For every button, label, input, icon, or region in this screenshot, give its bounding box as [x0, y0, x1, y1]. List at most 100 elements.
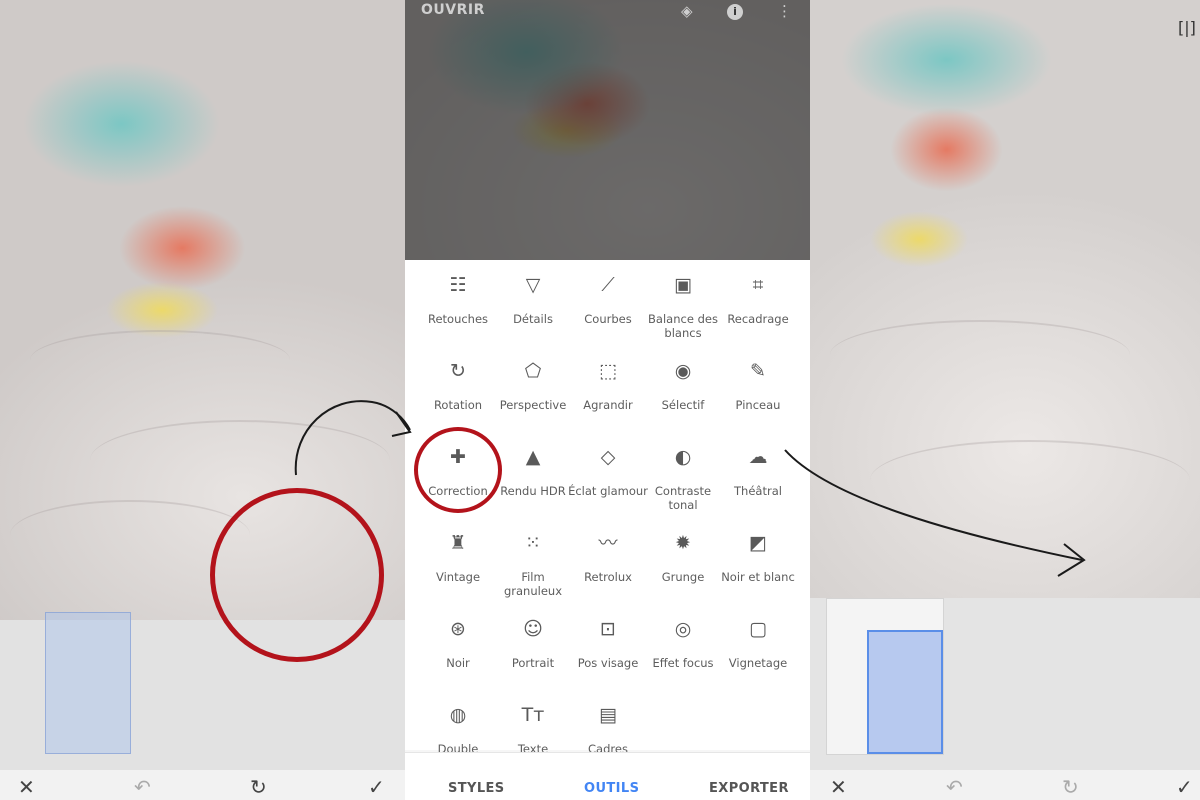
tool-label: Retouches: [427, 312, 489, 326]
tool-éclat-glamour[interactable]: ◇ Éclat glamour: [568, 444, 648, 498]
tool-perspective[interactable]: ⬠ Perspective: [493, 358, 573, 412]
tool-vintage[interactable]: ♜ Vintage: [418, 530, 498, 584]
selection-rectangle[interactable]: [45, 612, 131, 754]
double-exposure-icon: ◍: [449, 704, 467, 726]
tool-rendu-hdr[interactable]: ▲ Rendu HDR: [493, 444, 573, 498]
undo-icon[interactable]: ↶: [946, 776, 963, 798]
tab-styles[interactable]: STYLES: [448, 781, 505, 796]
black-white-icon: ◩: [749, 532, 767, 554]
tool-label: Éclat glamour: [568, 484, 648, 498]
tool-label: Noir et blanc: [721, 570, 795, 584]
bottom-tabs: STYLES OUTILS EXPORTER: [405, 752, 810, 800]
white-balance-icon: ▣: [674, 274, 692, 296]
open-button[interactable]: OUVRIR: [421, 2, 485, 18]
left-panel: ✕ ↶ ↻ ✓: [0, 0, 405, 800]
tool-label: Pos visage: [577, 656, 639, 670]
tool-sélectif[interactable]: ◉ Sélectif: [643, 358, 723, 412]
tool-recadrage[interactable]: ⌗ Recadrage: [718, 272, 798, 326]
tool-courbes[interactable]: ⟋ Courbes: [568, 272, 648, 326]
face-frame-icon: ⊡: [600, 618, 616, 640]
tool-label: Contraste tonal: [654, 484, 712, 512]
tool-label: Vintage: [435, 570, 481, 584]
lamp-icon: ♜: [449, 532, 467, 554]
compare-icon[interactable]: [|]: [1178, 18, 1196, 37]
tool-effet-focus[interactable]: ◎ Effet focus: [643, 616, 723, 670]
mustache-icon: 〰: [598, 532, 618, 554]
tool-noir[interactable]: ⊛ Noir: [418, 616, 498, 670]
sliders-icon: ☷: [449, 274, 467, 296]
cancel-icon[interactable]: ✕: [18, 776, 35, 798]
tool-retouches[interactable]: ☷ Retouches: [418, 272, 498, 326]
zoomed-photo[interactable]: [810, 0, 1200, 598]
cancel-icon[interactable]: ✕: [830, 776, 847, 798]
right-panel: [|] ✕ ↶ ↻ ✓: [810, 0, 1200, 800]
tool-contraste-tonal[interactable]: ◐ Contraste tonal: [643, 444, 723, 512]
tool-label: Courbes: [584, 312, 632, 326]
annotation-circle-correction: [414, 427, 502, 513]
apply-icon[interactable]: ✓: [368, 776, 385, 798]
undo-icon[interactable]: ↶: [134, 776, 151, 798]
tool-label: Recadrage: [727, 312, 789, 326]
tool-label: Vignetage: [728, 656, 788, 670]
grunge-icon: ✹: [675, 532, 691, 554]
selective-icon: ◉: [674, 360, 692, 382]
tool-grunge[interactable]: ✹ Grunge: [643, 530, 723, 584]
bottom-toolbar: [810, 770, 1200, 800]
redo-icon[interactable]: ↻: [1062, 776, 1079, 798]
tool-pinceau[interactable]: ✎ Pinceau: [718, 358, 798, 412]
tool-vignetage[interactable]: ▢ Vignetage: [718, 616, 798, 670]
tool-film-granuleux[interactable]: ⁙ Film granuleux: [493, 530, 573, 598]
focus-icon: ◎: [674, 618, 692, 640]
tool-label: Perspective: [499, 398, 567, 412]
triangle-down-icon: ▽: [525, 274, 541, 296]
tab-exporter[interactable]: EXPORTER: [709, 781, 789, 796]
rotate-icon: ↻: [450, 360, 466, 382]
tool-label: Balance des blancs: [648, 312, 718, 340]
tool-label: Détails: [513, 312, 553, 326]
crop-icon: ⌗: [752, 274, 764, 296]
layers-icon[interactable]: ◈: [681, 2, 693, 20]
mountains-icon: ▲: [525, 446, 541, 468]
curves-icon: ⟋: [601, 274, 615, 296]
apply-icon[interactable]: ✓: [1176, 776, 1193, 798]
face-icon: ☺: [523, 618, 543, 640]
tool-rotation[interactable]: ↻ Rotation: [418, 358, 498, 412]
tool-pos-visage[interactable]: ⊡ Pos visage: [568, 616, 648, 670]
film-reel-icon: ⊛: [450, 618, 466, 640]
tool-cadres[interactable]: ▤ Cadres: [568, 702, 648, 756]
tool-texte[interactable]: Tт Texte: [493, 702, 573, 756]
tool-balance-des-blancs[interactable]: ▣ Balance des blancs: [643, 272, 723, 340]
tool-label: Rotation: [433, 398, 483, 412]
tab-outils[interactable]: OUTILS: [584, 781, 639, 796]
tool-label: Rendu HDR: [500, 484, 566, 498]
tool-label: Retrolux: [584, 570, 632, 584]
tool-agrandir[interactable]: ⬚ Agrandir: [568, 358, 648, 412]
perspective-icon: ⬠: [524, 360, 542, 382]
tool-label: Noir: [446, 656, 470, 670]
tonal-contrast-icon: ◐: [674, 446, 692, 468]
tool-label: Théâtral: [734, 484, 782, 498]
more-menu-icon[interactable]: ⋮: [777, 2, 792, 20]
cloud-icon: ☁: [748, 446, 768, 468]
annotation-circle: [210, 488, 384, 662]
navigator-viewport[interactable]: [867, 630, 943, 754]
text-icon: Tт: [521, 704, 545, 726]
tool-label: Portrait: [511, 656, 555, 670]
redo-icon[interactable]: ↻: [250, 776, 267, 798]
bottom-toolbar: [0, 770, 405, 800]
expand-icon: ⬚: [599, 360, 617, 382]
tool-portrait[interactable]: ☺ Portrait: [493, 616, 573, 670]
brush-icon: ✎: [750, 360, 766, 382]
tool-label: Sélectif: [661, 398, 705, 412]
tool-détails[interactable]: ▽ Détails: [493, 272, 573, 326]
tool-retrolux[interactable]: 〰 Retrolux: [568, 530, 648, 584]
vignette-icon: ▢: [749, 618, 767, 640]
tool-label: Grunge: [661, 570, 705, 584]
grain-icon: ⁙: [525, 532, 541, 554]
tool-théâtral[interactable]: ☁ Théâtral: [718, 444, 798, 498]
tool-label: Agrandir: [583, 398, 633, 412]
tools-panel: OUVRIR ◈ i ⋮ ☷ Retouches ▽ Détails ⟋ Courbes ▣…: [405, 0, 810, 800]
info-icon[interactable]: i: [727, 4, 743, 20]
tool-label: Pinceau: [735, 398, 781, 412]
tool-noir-et-blanc[interactable]: ◩ Noir et blanc: [718, 530, 798, 584]
